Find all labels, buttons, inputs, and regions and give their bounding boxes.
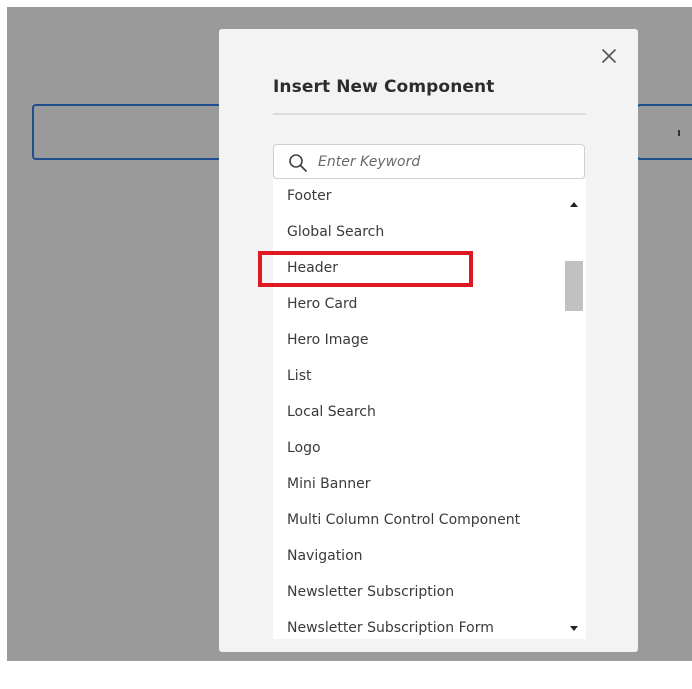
list-item-hero-image[interactable]: Hero Image	[287, 325, 368, 355]
list-item-header[interactable]: Header	[287, 253, 338, 283]
list-item-newsletter-subscription-form[interactable]: Newsletter Subscription Form	[287, 613, 494, 639]
search-box[interactable]	[273, 144, 585, 179]
title-divider	[273, 113, 586, 115]
list-item-mini-banner[interactable]: Mini Banner	[287, 469, 370, 499]
background-field-marker	[678, 130, 680, 136]
scroll-down-arrow-icon[interactable]	[570, 626, 578, 631]
list-item-footer[interactable]: Footer	[287, 181, 332, 211]
search-input[interactable]	[318, 149, 573, 175]
dialog-title: Insert New Component	[273, 77, 495, 97]
list-item-logo[interactable]: Logo	[287, 433, 321, 463]
list-item-multi-column-control-component[interactable]: Multi Column Control Component	[287, 505, 520, 535]
list-item-navigation[interactable]: Navigation	[287, 541, 363, 571]
scroll-up-arrow-icon[interactable]	[570, 202, 578, 207]
component-list[interactable]: Footer Global Search Header Hero Card He…	[273, 179, 586, 639]
list-item-local-search[interactable]: Local Search	[287, 397, 376, 427]
list-item-hero-card[interactable]: Hero Card	[287, 289, 357, 319]
list-item-list[interactable]: List	[287, 361, 311, 391]
list-scrollbar[interactable]	[565, 194, 583, 634]
close-button[interactable]	[596, 43, 622, 69]
search-icon	[289, 154, 307, 172]
insert-component-dialog: Insert New Component Footer Global Searc…	[219, 29, 638, 652]
close-icon	[602, 49, 616, 63]
list-item-global-search[interactable]: Global Search	[287, 217, 384, 247]
list-item-newsletter-subscription[interactable]: Newsletter Subscription	[287, 577, 454, 607]
scroll-thumb[interactable]	[565, 261, 583, 311]
background-field	[32, 104, 232, 160]
background-field	[636, 104, 692, 160]
